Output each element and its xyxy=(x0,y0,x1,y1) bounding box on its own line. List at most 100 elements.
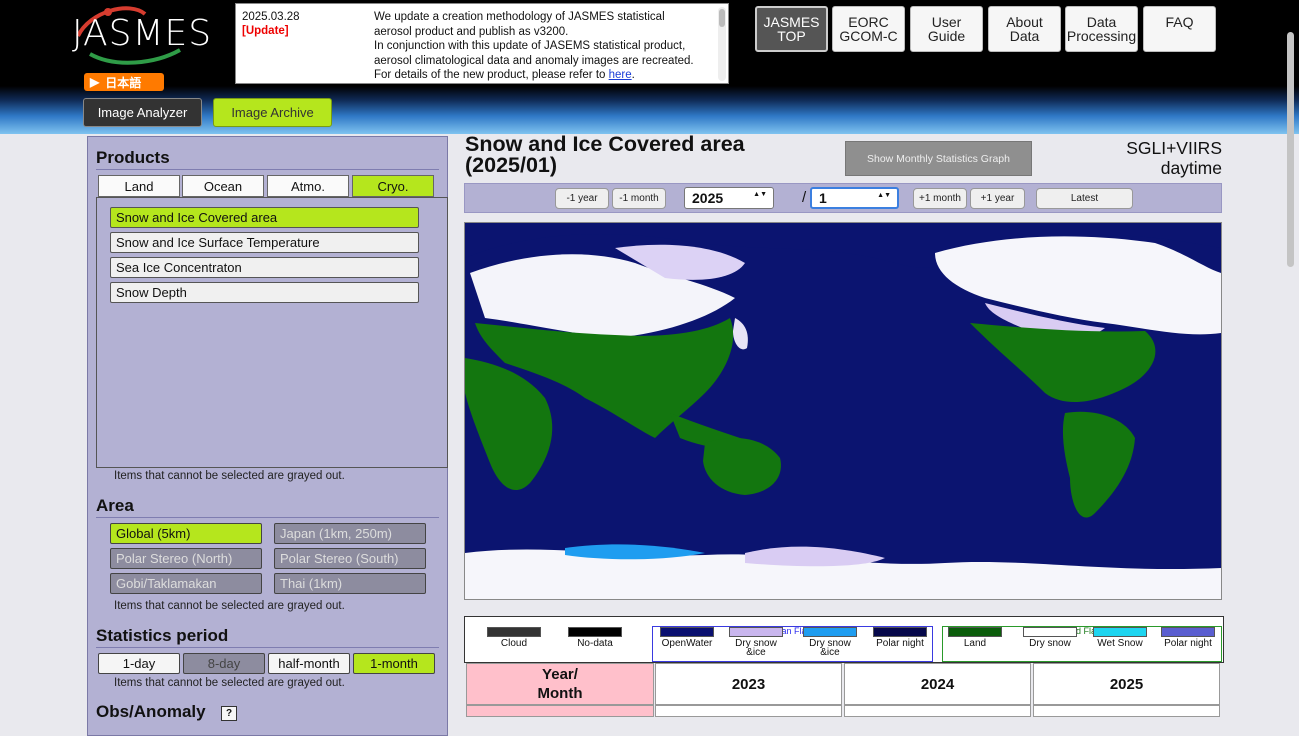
year-header-2025: 2025 xyxy=(1033,663,1220,705)
divider xyxy=(96,647,439,648)
product-item-sea-ice[interactable]: Sea Ice Concentraton xyxy=(110,257,419,278)
divider xyxy=(96,169,439,170)
legend-swatch xyxy=(660,627,714,637)
nav-jasmes-top[interactable]: JASMES TOP xyxy=(755,6,828,52)
news-line: aerosol climatological data and anomaly … xyxy=(374,54,694,67)
sensor-name: SGLI+VIIRS xyxy=(1126,138,1222,158)
grayed-note: Items that cannot be selected are grayed… xyxy=(114,470,345,482)
legend-dry-snow-ice-ocean: Dry snow &ice xyxy=(727,627,785,658)
area-global[interactable]: Global (5km) xyxy=(110,523,262,544)
prev-year-button[interactable]: -1 year xyxy=(555,188,609,209)
control-panel: Products Land Ocean Atmo. Cryo. Snow and… xyxy=(87,136,448,736)
tab-image-analyzer[interactable]: Image Analyzer xyxy=(83,98,202,127)
legend-dry-snow: Dry snow xyxy=(1021,627,1079,649)
thumbnail-2025[interactable] xyxy=(1033,705,1220,717)
year-month-header: Year/ Month xyxy=(466,663,654,705)
tab-land[interactable]: Land xyxy=(98,175,180,197)
legend-label: Cloud xyxy=(500,638,528,649)
legend-swatch xyxy=(803,627,857,637)
year-value: 2025 xyxy=(692,190,724,206)
news-line: We update a creation methodology of JASM… xyxy=(374,11,665,23)
world-map-graphic xyxy=(465,223,1221,599)
legend-swatch xyxy=(1161,627,1215,637)
help-button[interactable]: ? xyxy=(221,706,237,721)
nav-user-guide[interactable]: User Guide xyxy=(910,6,983,52)
prev-month-button[interactable]: -1 month xyxy=(612,188,666,209)
legend-wet-snow: Wet Snow xyxy=(1091,627,1149,649)
select-arrows-icon: ▲▼ xyxy=(753,191,767,198)
date-toolbar: -1 year -1 month 2025 ▲▼ / 1 ▲▼ +1 month… xyxy=(464,183,1222,213)
nav-line: Data xyxy=(1086,14,1117,30)
obs-anomaly-title: Obs/Anomaly xyxy=(96,702,206,721)
period-half-month[interactable]: half-month xyxy=(268,653,350,674)
legend-polar-night-ocean: Polar night xyxy=(871,627,929,649)
nav-faq[interactable]: FAQ xyxy=(1143,6,1216,52)
period-1month[interactable]: 1-month xyxy=(353,653,435,674)
legend-no-data: No-data xyxy=(566,627,624,649)
nav-line: EORC xyxy=(848,14,889,30)
latest-button[interactable]: Latest xyxy=(1036,188,1133,209)
news-link[interactable]: here xyxy=(609,69,632,81)
legend-polar-night-land: Polar night xyxy=(1159,627,1217,649)
page-scrollbar[interactable] xyxy=(1287,32,1294,267)
period-1day[interactable]: 1-day xyxy=(98,653,180,674)
month-select[interactable]: 1 ▲▼ xyxy=(810,187,899,209)
year-header-2023: 2023 xyxy=(655,663,842,705)
table-row xyxy=(466,705,654,717)
legend-label: Dry snow &ice xyxy=(735,638,777,658)
product-item-snow-ice-area[interactable]: Snow and Ice Covered area xyxy=(110,207,419,228)
thumbnail-2023[interactable] xyxy=(655,705,842,717)
product-item-snow-ice-temp[interactable]: Snow and Ice Surface Temperature xyxy=(110,232,419,253)
thumbnail-2024[interactable] xyxy=(844,705,1031,717)
year-select[interactable]: 2025 ▲▼ xyxy=(684,187,774,209)
product-item-snow-depth[interactable]: Snow Depth xyxy=(110,282,419,303)
language-button[interactable]: ▶ 日本語 xyxy=(84,73,164,91)
area-thai: Thai (1km) xyxy=(274,573,426,594)
month-value: 1 xyxy=(819,190,827,206)
news-line: For details of the new product, please r… xyxy=(374,68,714,83)
grayed-note: Items that cannot be selected are grayed… xyxy=(114,677,345,689)
legend-label: Dry snow xyxy=(1029,638,1071,649)
nav-line: User xyxy=(931,14,962,30)
nav-data-processing[interactable]: Data Processing xyxy=(1065,6,1138,52)
news-line-suffix: . xyxy=(631,69,635,81)
language-label: 日本語 xyxy=(105,75,142,90)
nav-line: TOP xyxy=(777,28,806,44)
site-header: JASMES ▶ 日本語 2025.03.28 [Update] We upda… xyxy=(0,0,1299,134)
legend-swatch xyxy=(948,627,1002,637)
next-month-button[interactable]: +1 month xyxy=(913,188,967,209)
news-body: We update a creation methodology of JASM… xyxy=(374,10,714,83)
title-date: (2025/01) xyxy=(465,153,558,177)
legend-swatch xyxy=(1093,627,1147,637)
news-scroll-thumb[interactable] xyxy=(719,9,725,27)
period-8day: 8-day xyxy=(183,653,265,674)
nav-line: Guide xyxy=(927,28,966,44)
legend-label: No-data xyxy=(577,638,613,649)
legend-dry-snow-ice-ocean-2: Dry snow &ice xyxy=(801,627,859,658)
nav-eorc-gcomc[interactable]: EORC GCOM-C xyxy=(832,6,905,52)
product-list: Snow and Ice Covered area Snow and Ice S… xyxy=(96,197,448,468)
stats-title: Statistics period xyxy=(96,626,229,645)
select-arrows-icon: ▲▼ xyxy=(877,192,891,199)
products-title: Products xyxy=(96,148,170,167)
legend-label: Polar night xyxy=(876,638,924,649)
area-polar-north: Polar Stereo (North) xyxy=(110,548,262,569)
news-line: In conjunction with this update of JASEM… xyxy=(374,40,686,52)
area-title: Area xyxy=(96,496,134,515)
divider xyxy=(96,517,439,518)
next-year-button[interactable]: +1 year xyxy=(970,188,1025,209)
show-graph-button[interactable]: Show Monthly Statistics Graph xyxy=(845,141,1032,176)
title-line: Snow and Ice Covered area xyxy=(465,132,745,156)
logo-text: JASMES xyxy=(72,13,213,54)
tab-image-archive[interactable]: Image Archive xyxy=(213,98,332,127)
tab-ocean[interactable]: Ocean xyxy=(182,175,264,197)
tab-cryo[interactable]: Cryo. xyxy=(352,175,434,197)
news-scrollbar[interactable] xyxy=(718,7,726,81)
snow-ice-map[interactable] xyxy=(464,222,1222,600)
news-tag: [Update] xyxy=(242,25,289,37)
tab-atmo[interactable]: Atmo. xyxy=(267,175,349,197)
legend-cloud: Cloud xyxy=(485,627,543,649)
year-header-2024: 2024 xyxy=(844,663,1031,705)
nav-about-data[interactable]: About Data xyxy=(988,6,1061,52)
legend-swatch xyxy=(568,627,622,637)
